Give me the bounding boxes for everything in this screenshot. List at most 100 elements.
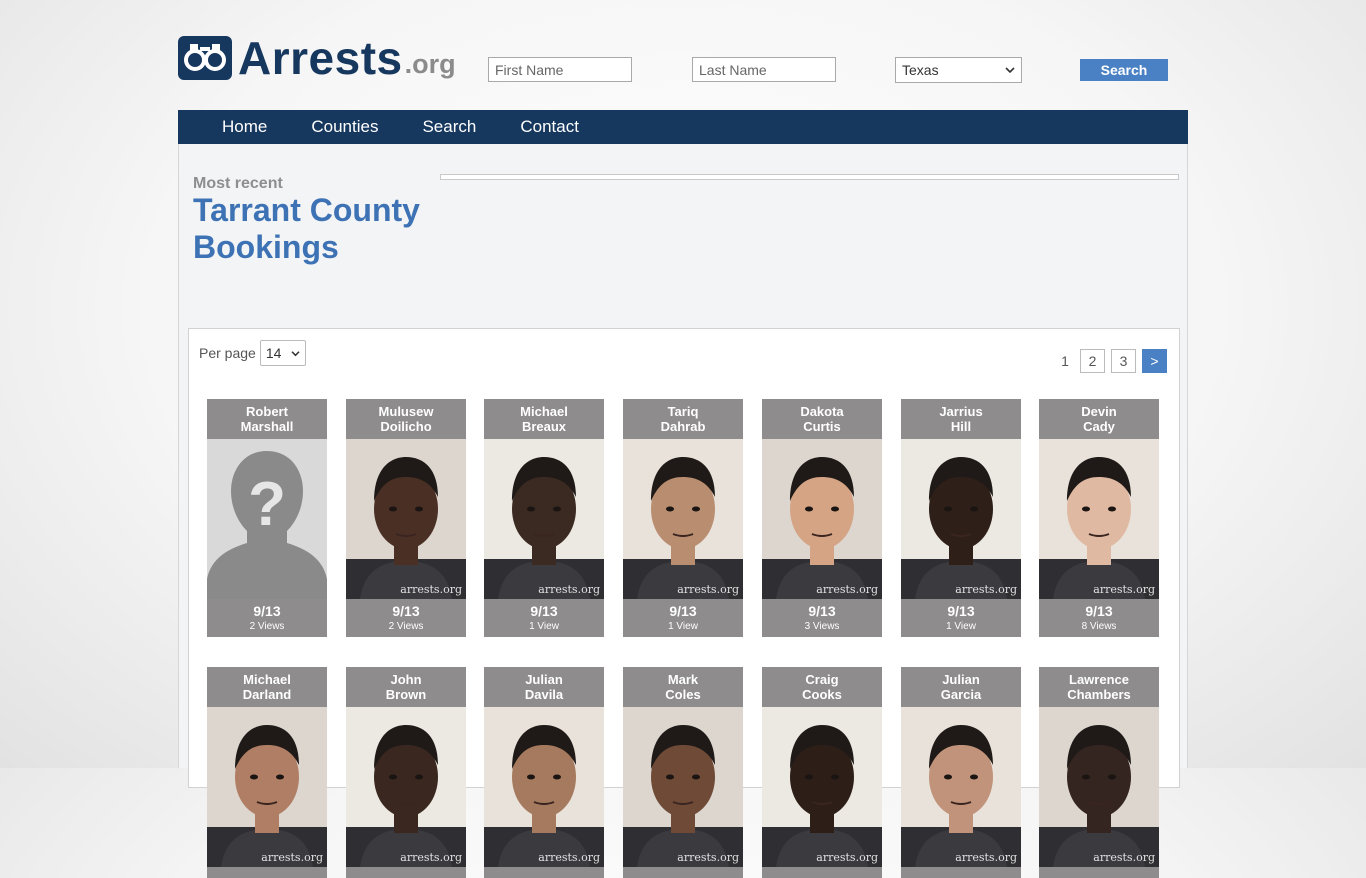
booking-name[interactable]: Lawrence Chambers xyxy=(1039,667,1159,707)
booking-views xyxy=(1039,871,1159,878)
booking-card[interactable]: Mark Coles arrests.org xyxy=(623,667,743,878)
booking-first-name: John xyxy=(390,672,422,687)
photo-watermark: arrests.org xyxy=(955,851,1017,864)
booking-views: 1 View xyxy=(946,621,976,632)
booking-first-name: Mark xyxy=(667,672,699,687)
booking-views xyxy=(484,871,604,878)
booking-last-name: Davila xyxy=(524,687,564,702)
booking-name[interactable]: Craig Cooks xyxy=(762,667,882,707)
mugshot-image xyxy=(346,457,466,599)
booking-last-name: Hill xyxy=(950,419,972,434)
search-button[interactable]: Search xyxy=(1080,59,1168,81)
booking-first-name: Robert xyxy=(246,404,288,419)
photo-watermark: arrests.org xyxy=(677,851,739,864)
booking-last-name: Cady xyxy=(1083,419,1115,434)
booking-card[interactable]: John Brown arrests.org xyxy=(346,667,466,878)
booking-last-name: Marshall xyxy=(240,419,294,434)
booking-first-name: Julian xyxy=(525,672,563,687)
booking-date: 9/13 xyxy=(669,603,697,619)
booking-name[interactable]: Michael Darland xyxy=(207,667,327,707)
booking-photo: arrests.org xyxy=(623,439,743,599)
booking-card[interactable]: Jarrius Hill arrests.org 9/13 1 View xyxy=(901,399,1021,637)
booking-photo: arrests.org xyxy=(623,707,743,867)
booking-photo: arrests.org xyxy=(484,439,604,599)
booking-name[interactable]: Devin Cady xyxy=(1039,399,1159,439)
logo-tld: .org xyxy=(404,48,456,79)
booking-last-name: Dahrab xyxy=(660,419,706,434)
booking-card[interactable]: Tariq Dahrab arrests.org 9/13 1 View xyxy=(623,399,743,637)
booking-card[interactable]: Devin Cady arrests.org 9/13 8 Views xyxy=(1039,399,1159,637)
booking-card[interactable]: Craig Cooks arrests.org xyxy=(762,667,882,878)
booking-card[interactable]: Robert Marshall? 9/13 2 Views xyxy=(207,399,327,637)
first-name-input[interactable] xyxy=(488,57,632,82)
booking-views: 1 View xyxy=(529,621,559,632)
main-nav: Home Counties Search Contact xyxy=(178,110,1188,144)
photo-watermark: arrests.org xyxy=(955,583,1017,596)
booking-name[interactable]: Michael Breaux xyxy=(484,399,604,439)
mugshot-image xyxy=(623,725,743,867)
booking-photo: ? xyxy=(207,439,327,599)
state-select[interactable]: Texas xyxy=(895,57,1022,83)
booking-name[interactable]: Dakota Curtis xyxy=(762,399,882,439)
booking-name[interactable]: Julian Davila xyxy=(484,667,604,707)
nav-item-counties[interactable]: Counties xyxy=(311,117,378,137)
booking-date: 9/13 xyxy=(253,603,281,619)
booking-last-name: Garcia xyxy=(940,687,982,702)
booking-views: 3 Views xyxy=(804,621,840,632)
booking-name[interactable]: Jarrius Hill xyxy=(901,399,1021,439)
booking-card[interactable]: Mulusew Doilicho arrests.org 9/13 2 Views xyxy=(346,399,466,637)
booking-card[interactable]: Julian Davila arrests.org xyxy=(484,667,604,878)
booking-name[interactable]: Robert Marshall xyxy=(207,399,327,439)
booking-photo: arrests.org xyxy=(1039,707,1159,867)
booking-first-name: Lawrence xyxy=(1069,672,1129,687)
section-kicker: Most recent xyxy=(193,175,283,192)
mugshot-image xyxy=(207,725,327,867)
booking-name[interactable]: Tariq Dahrab xyxy=(623,399,743,439)
pagination-next-button[interactable]: > xyxy=(1142,349,1167,373)
nav-item-search[interactable]: Search xyxy=(422,117,476,137)
handcuffs-logo-icon xyxy=(178,36,232,80)
booking-first-name: Mulusew xyxy=(378,404,434,419)
booking-card[interactable]: Michael Darland arrests.org xyxy=(207,667,327,878)
booking-views: 2 Views xyxy=(249,621,285,632)
site-logo[interactable]: Arrests .org xyxy=(178,34,456,82)
photo-watermark: arrests.org xyxy=(677,583,739,596)
chevron-down-icon xyxy=(291,350,300,356)
booking-name[interactable]: Julian Garcia xyxy=(901,667,1021,707)
booking-last-name: Chambers xyxy=(1067,687,1131,702)
photo-watermark: arrests.org xyxy=(538,851,600,864)
pagination-page-3[interactable]: 3 xyxy=(1111,349,1136,373)
mugshot-image xyxy=(901,725,1021,867)
booking-photo: arrests.org xyxy=(484,707,604,867)
nav-item-home[interactable]: Home xyxy=(222,117,267,137)
photo-watermark: arrests.org xyxy=(816,851,878,864)
booking-card[interactable]: Dakota Curtis arrests.org 9/13 3 Views xyxy=(762,399,882,637)
nav-item-contact[interactable]: Contact xyxy=(520,117,579,137)
booking-views xyxy=(623,871,743,878)
booking-first-name: Julian xyxy=(942,672,980,687)
booking-name[interactable]: Mulusew Doilicho xyxy=(346,399,466,439)
pagination-page-2[interactable]: 2 xyxy=(1080,349,1105,373)
booking-photo: arrests.org xyxy=(346,707,466,867)
booking-card[interactable]: Michael Breaux arrests.org 9/13 1 View xyxy=(484,399,604,637)
booking-photo: arrests.org xyxy=(762,439,882,599)
booking-date: 9/13 xyxy=(392,603,420,619)
booking-date: 9/13 xyxy=(947,603,975,619)
per-page-select[interactable]: 14 xyxy=(259,340,306,366)
booking-date: 9/13 xyxy=(1085,603,1113,619)
booking-photo: arrests.org xyxy=(207,707,327,867)
booking-date: 9/13 xyxy=(808,603,836,619)
booking-photo: arrests.org xyxy=(346,439,466,599)
ad-banner xyxy=(440,174,1179,180)
booking-last-name: Doilicho xyxy=(380,419,432,434)
booking-first-name: Craig xyxy=(805,672,839,687)
booking-name[interactable]: John Brown xyxy=(346,667,466,707)
booking-first-name: Dakota xyxy=(800,404,844,419)
svg-text:?: ? xyxy=(248,470,286,539)
booking-card[interactable]: Julian Garcia arrests.org xyxy=(901,667,1021,878)
booking-name[interactable]: Mark Coles xyxy=(623,667,743,707)
last-name-input[interactable] xyxy=(692,57,836,82)
page-title: Tarrant County Bookings xyxy=(193,192,420,265)
booking-card[interactable]: Lawrence Chambers arrests.org xyxy=(1039,667,1159,878)
booking-views: 2 Views xyxy=(388,621,424,632)
